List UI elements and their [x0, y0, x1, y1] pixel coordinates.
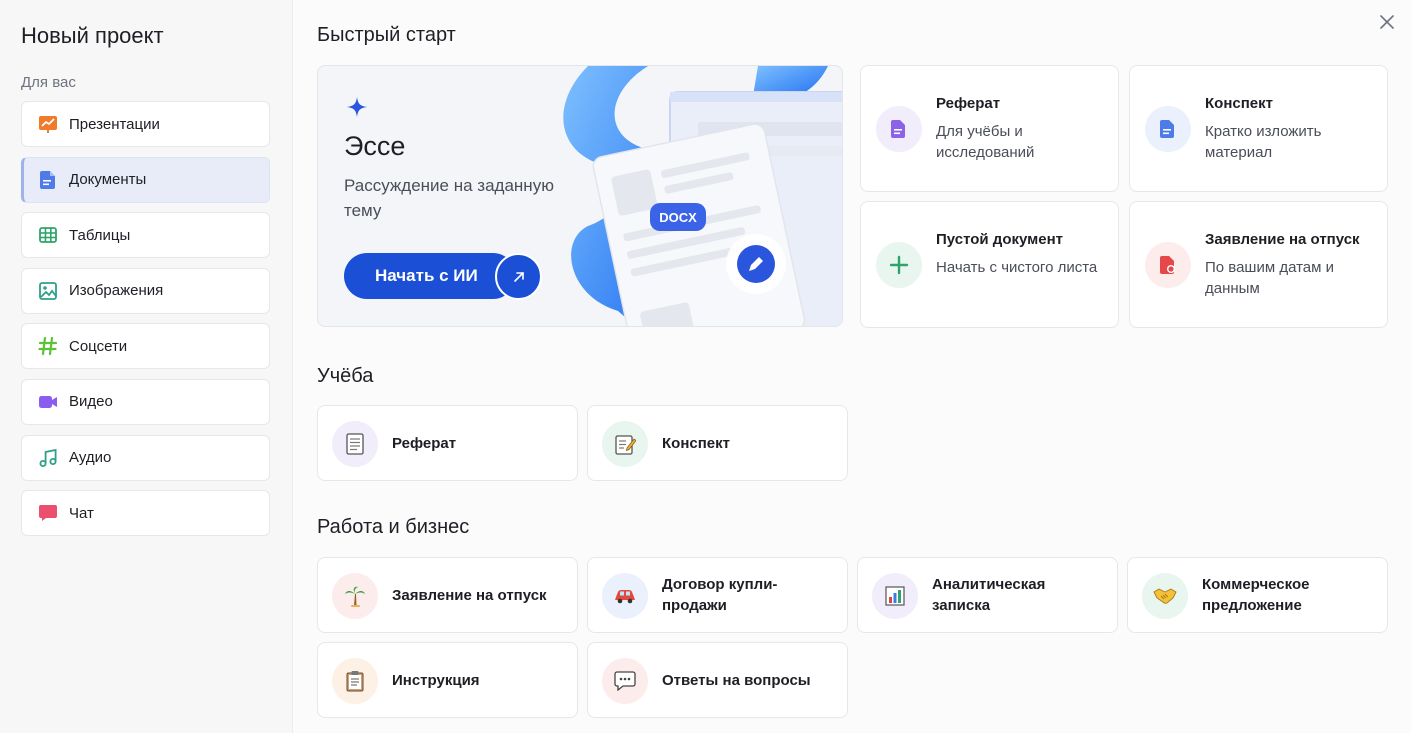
sidebar-item-documents[interactable]: Документы: [21, 156, 270, 203]
handshake-icon: [1142, 573, 1188, 619]
work-item-sales-contract[interactable]: Договор купли-продажи: [587, 557, 848, 633]
item-title: Инструкция: [392, 671, 480, 689]
bar-chart-icon: [872, 573, 918, 619]
sidebar-item-presentations[interactable]: Презентации: [21, 101, 270, 147]
item-title: Договор купли-продажи: [662, 576, 778, 614]
presentation-icon: [38, 114, 58, 134]
quick-card-leave-request[interactable]: Заявление на отпуск По вашим датам и дан…: [1129, 201, 1388, 328]
sparkle-icon: [346, 96, 368, 123]
sidebar-section-label: Для вас: [21, 74, 76, 91]
work-item-commercial-offer[interactable]: Коммерческое предложение: [1127, 557, 1388, 633]
close-icon: [1380, 15, 1394, 29]
sidebar-item-label: Таблицы: [69, 226, 131, 244]
card-desc: По вашим датам и данным: [1205, 259, 1334, 297]
leave-request-icon: [1145, 242, 1191, 288]
card-title: Пустой документ: [936, 231, 1063, 248]
sidebar-item-video[interactable]: Видео: [21, 378, 270, 425]
table-icon: [38, 225, 58, 245]
quick-card-summary[interactable]: Конспект Кратко изложить материал: [1129, 65, 1388, 192]
document-icon: [1145, 106, 1191, 152]
item-title: Аналитическая записка: [932, 576, 1046, 614]
work-item-leave-request[interactable]: Заявление на отпуск: [317, 557, 578, 633]
work-item-qa[interactable]: Ответы на вопросы: [587, 642, 848, 718]
hero-subtitle: Рассуждение на заданную тему: [344, 176, 554, 220]
quick-start-heading: Быстрый старт: [317, 24, 456, 46]
sidebar-item-audio[interactable]: Аудио: [21, 434, 270, 481]
close-button[interactable]: [1377, 12, 1397, 32]
sidebar-item-social[interactable]: Соцсети: [21, 323, 270, 370]
hashtag-icon: [38, 336, 58, 356]
study-item-report[interactable]: Реферат: [317, 405, 578, 481]
quick-card-blank-document[interactable]: Пустой документ Начать с чистого листа: [860, 201, 1119, 328]
page-icon: [332, 421, 378, 467]
sidebar-title: Новый проект: [21, 23, 164, 48]
study-heading: Учёба: [317, 365, 374, 387]
item-title: Реферат: [392, 434, 457, 452]
card-desc: Кратко изложить материал: [1205, 123, 1322, 161]
chat-icon: [38, 503, 58, 523]
memo-icon: [602, 421, 648, 467]
hero-illustration: DOCX: [548, 66, 842, 326]
car-icon: [602, 573, 648, 619]
sidebar-list: Презентации Документы Таблицы Изображени…: [21, 101, 270, 546]
sidebar-item-tables[interactable]: Таблицы: [21, 212, 270, 259]
sidebar: Новый проект Для вас Презентации Докумен…: [0, 0, 293, 733]
card-title: Заявление на отпуск: [1205, 231, 1360, 248]
hero-title: Эссе: [344, 131, 406, 161]
palm-tree-icon: [332, 573, 378, 619]
work-item-analytical-note[interactable]: Аналитическая записка: [857, 557, 1118, 633]
work-item-instruction[interactable]: Инструкция: [317, 642, 578, 718]
sidebar-item-label: Чат: [69, 504, 94, 522]
card-title: Реферат: [936, 95, 1001, 112]
sidebar-item-label: Изображения: [69, 282, 164, 300]
sidebar-item-label: Аудио: [69, 449, 112, 467]
item-title: Ответы на вопросы: [662, 671, 811, 689]
sidebar-item-images[interactable]: Изображения: [21, 267, 270, 314]
card-desc: Для учёбы и исследований: [936, 123, 1035, 161]
open-arrow-button[interactable]: [495, 253, 542, 300]
start-with-ai-button[interactable]: Начать с ИИ: [344, 253, 516, 299]
music-note-icon: [38, 448, 58, 468]
document-icon: [38, 170, 58, 190]
essay-hero-card[interactable]: DOCX Эссе Рассуждение на заданную тему Н…: [317, 65, 843, 327]
sidebar-item-chat[interactable]: Чат: [21, 490, 270, 537]
sidebar-item-label: Документы: [69, 171, 147, 189]
item-title: Конспект: [662, 434, 730, 452]
sidebar-item-label: Соцсети: [69, 337, 128, 355]
image-icon: [38, 281, 58, 301]
sidebar-item-label: Презентации: [69, 115, 160, 133]
video-icon: [38, 392, 58, 412]
clipboard-icon: [332, 658, 378, 704]
speech-bubble-icon: [602, 658, 648, 704]
quick-card-report[interactable]: Реферат Для учёбы и исследований: [860, 65, 1119, 192]
sidebar-item-label: Видео: [69, 393, 113, 411]
work-business-heading: Работа и бизнес: [317, 516, 470, 538]
arrow-up-right-icon: [513, 271, 524, 282]
main-content: Быстрый старт DOCX Эссе Рассуждение на з…: [293, 0, 1411, 733]
card-desc: Начать с чистого листа: [936, 259, 1098, 276]
card-title: Конспект: [1205, 95, 1273, 112]
document-icon: [876, 106, 922, 152]
plus-icon: [876, 242, 922, 288]
docx-badge: DOCX: [659, 209, 697, 225]
item-title: Коммерческое предложение: [1202, 576, 1310, 614]
study-item-summary[interactable]: Конспект: [587, 405, 848, 481]
item-title: Заявление на отпуск: [392, 586, 547, 604]
